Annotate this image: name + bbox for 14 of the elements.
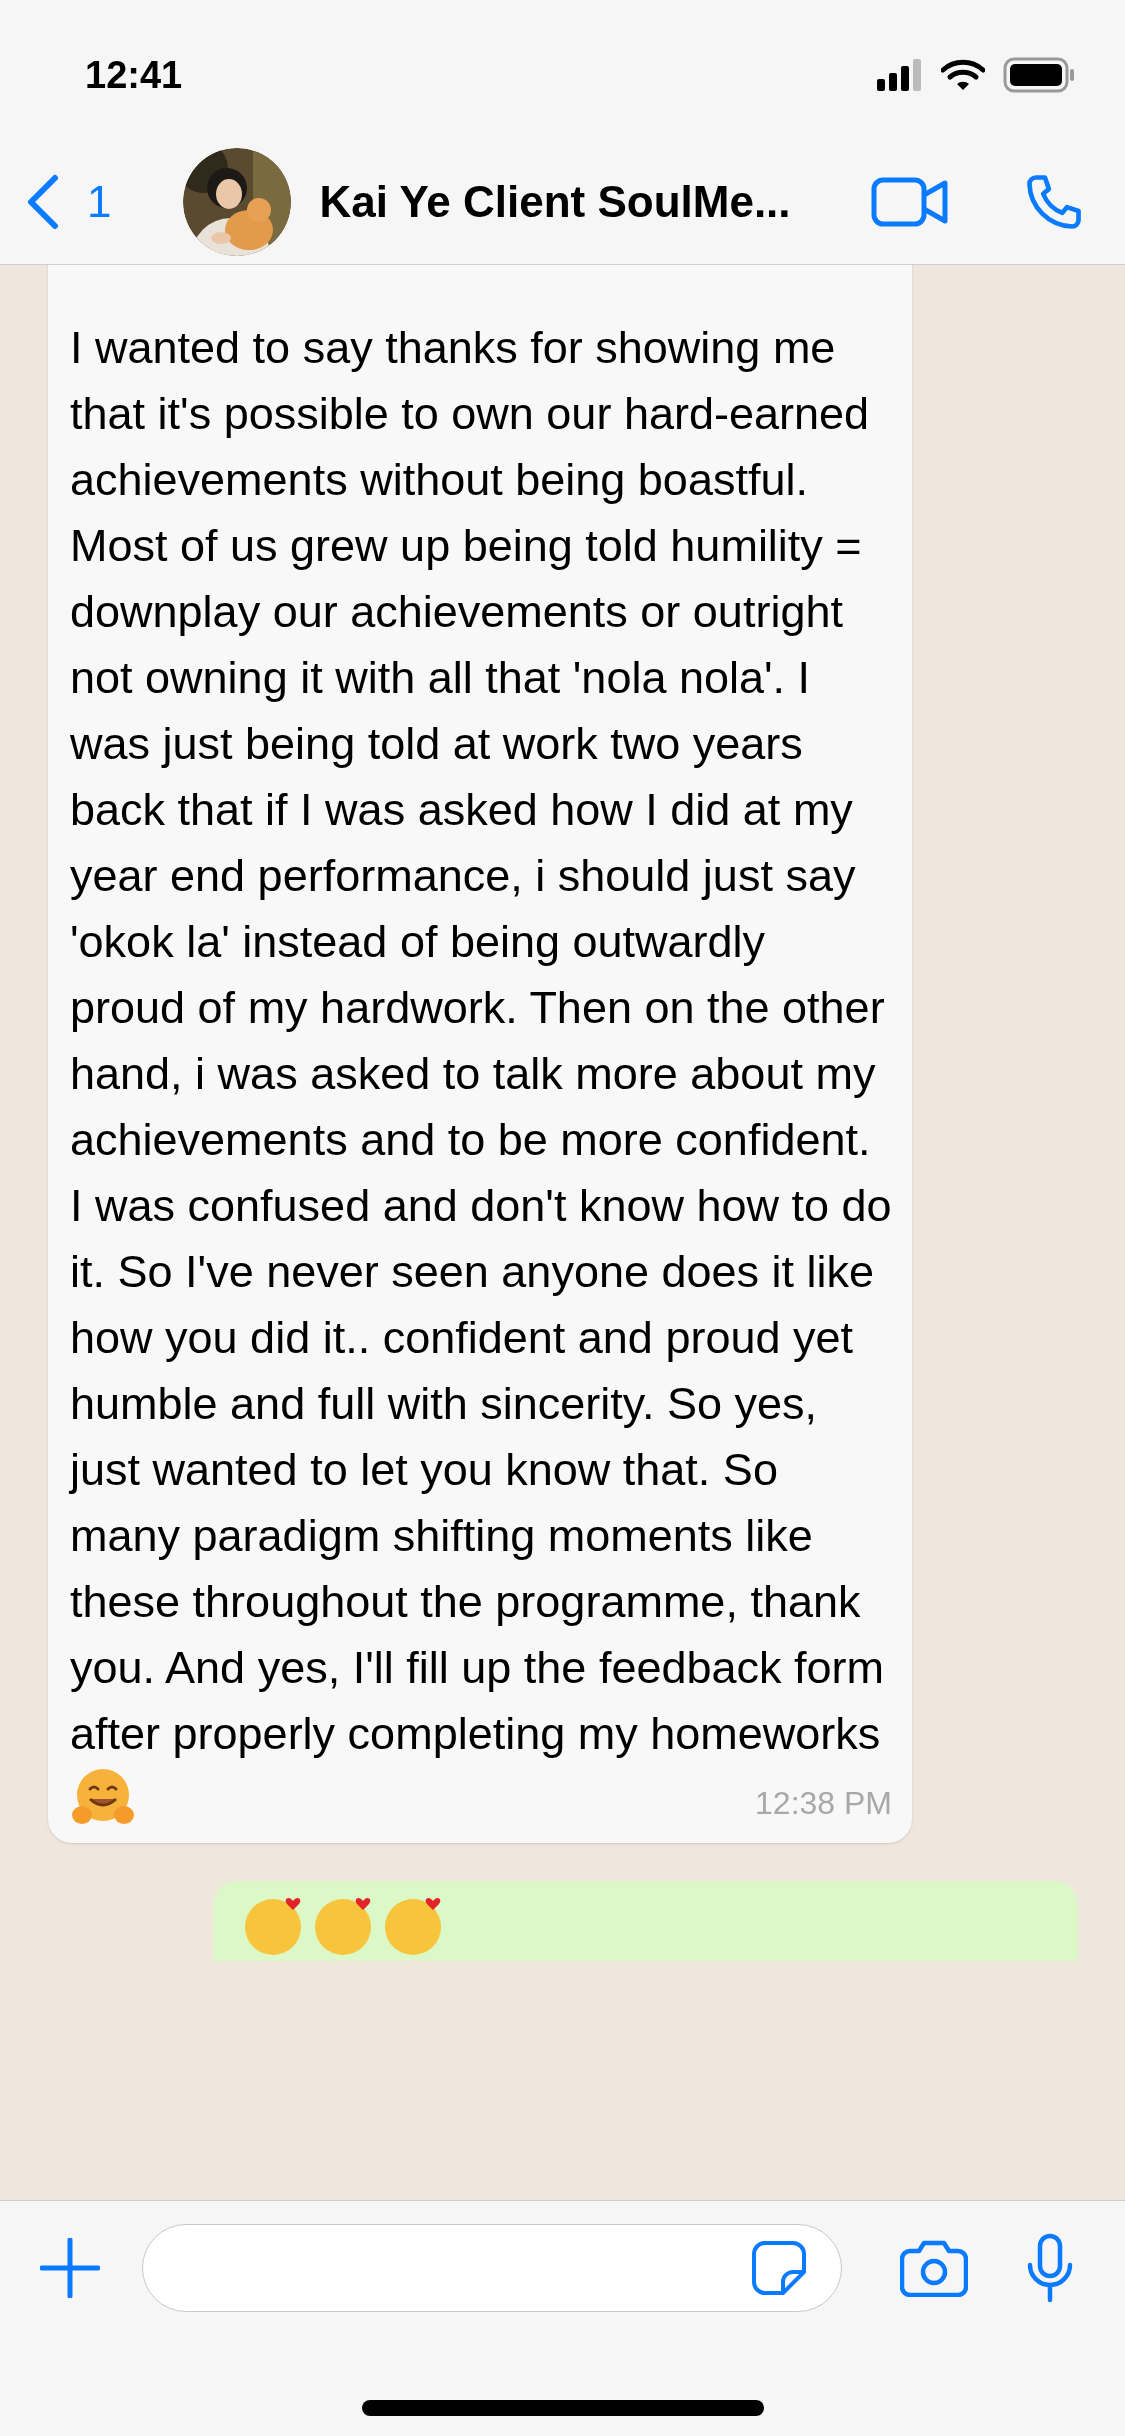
battery-icon — [1003, 57, 1075, 93]
microphone-icon[interactable] — [1026, 2233, 1074, 2303]
wifi-icon — [941, 59, 985, 91]
signal-icon — [877, 59, 923, 91]
message-time: 12:38 PM — [755, 1784, 892, 1823]
message-text: I wanted to say thanks for showing me that it's possible to own our hard-earned achievements without being boastful. Most of us grew up being told humility = downplay our achievements or outright not owning it with all that 'nola nola'. I was just being told at work two years back that if I was asked how I did at my year end performance, i should just say 'okok la' instead of being outwardly proud of my hardwork. Then on the other hand, i was asked to talk more about my achievements and to be more confident. I was confused and don't know how to do it. So I've never seen anyone does it like how you did it.. confident and proud yet humble and full with sincerity. So yes, just wanted to let you know that. So many paradigm shifting moments like these throughout the programme, thank you. And yes, I'll fill up the feedback form after properly completing my homeworks — [70, 321, 892, 1761]
back-button[interactable]: 1 — [25, 169, 112, 235]
chat-title[interactable]: Kai Ye Client SoulMe... — [319, 169, 791, 235]
status-time: 12:41 — [85, 52, 183, 98]
add-icon[interactable] — [40, 2238, 100, 2298]
back-icon — [25, 174, 59, 230]
sticker-icon[interactable] — [751, 2240, 807, 2296]
camera-icon[interactable] — [900, 2239, 968, 2297]
video-call-icon[interactable] — [871, 177, 949, 227]
